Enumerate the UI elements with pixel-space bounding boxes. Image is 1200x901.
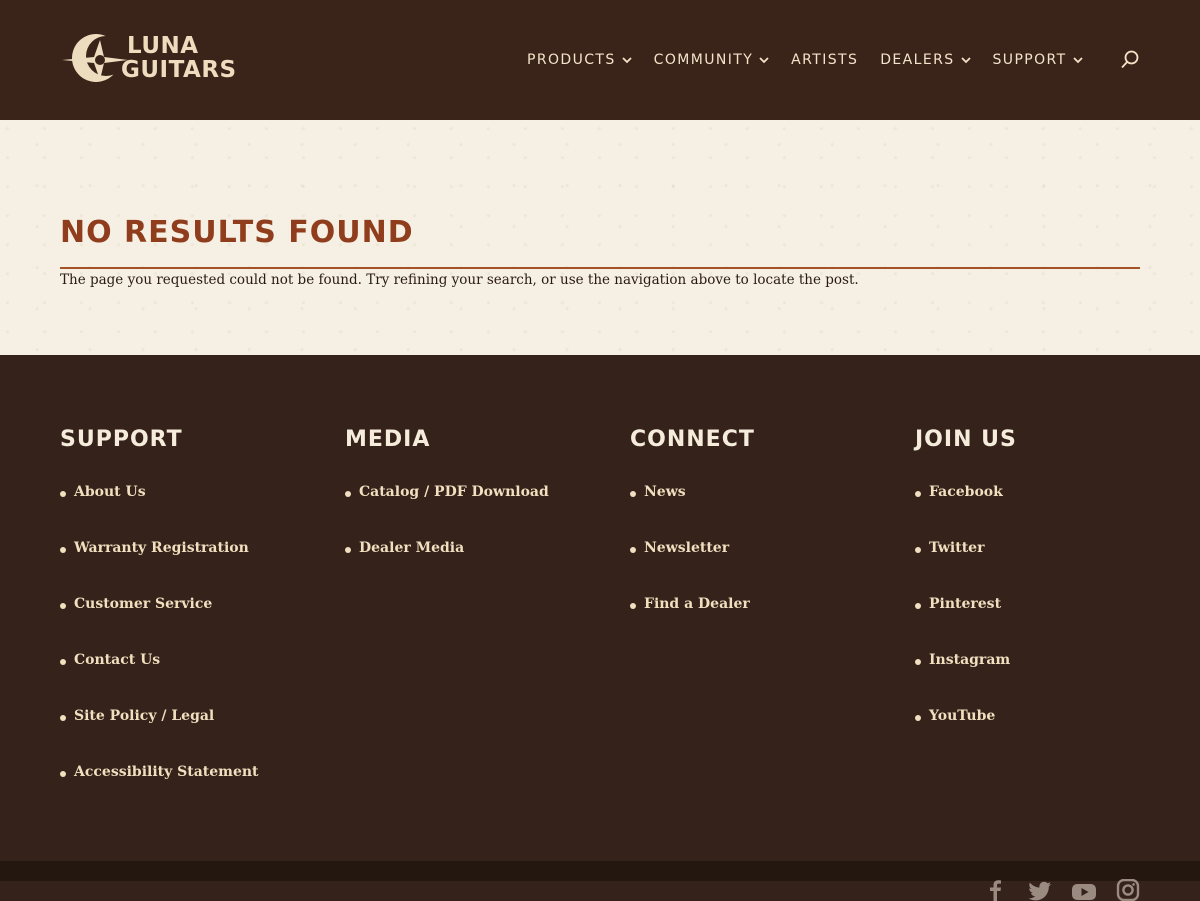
footer-link-find-dealer[interactable]: Find a Dealer — [630, 596, 900, 652]
site-footer: Support About Us Warranty Registration C… — [0, 355, 1200, 861]
footer-link-text[interactable]: YouTube — [929, 708, 995, 724]
footer-link-site-policy[interactable]: Site Policy / Legal — [60, 708, 330, 764]
footer-column-support: Support About Us Warranty Registration C… — [60, 427, 330, 820]
youtube-icon[interactable] — [1071, 879, 1097, 901]
footer-link-text[interactable]: Newsletter — [644, 540, 729, 556]
footer-link-text[interactable]: Customer Service — [74, 596, 212, 612]
footer-divider-strip — [0, 861, 1200, 881]
nav-item-label: SUPPORT — [992, 52, 1067, 68]
footer-link-text[interactable]: News — [644, 484, 686, 500]
footer-link-newsletter[interactable]: Newsletter — [630, 540, 900, 596]
footer-link-text[interactable]: Facebook — [929, 484, 1003, 500]
chevron-down-icon — [960, 57, 971, 64]
instagram-icon[interactable] — [1116, 879, 1140, 901]
footer-bottom-bar — [0, 881, 1200, 900]
footer-link-catalog[interactable]: Catalog / PDF Download — [345, 484, 615, 540]
footer-link-instagram[interactable]: Instagram — [915, 652, 1185, 708]
facebook-icon[interactable] — [988, 879, 1002, 901]
footer-link-list: Catalog / PDF Download Dealer Media — [345, 484, 615, 596]
footer-link-text[interactable]: Dealer Media — [359, 540, 464, 556]
footer-heading: Support — [60, 427, 183, 452]
luna-guitars-logo[interactable]: Luna Guitars — [60, 30, 260, 88]
logo-wordmark: Luna Guitars — [121, 33, 237, 82]
title-divider — [60, 267, 1140, 269]
nav-item-label: ARTISTS — [791, 52, 859, 68]
page-title: No Results Found — [60, 215, 414, 250]
nav-item-dealers[interactable]: DEALERS — [880, 52, 971, 68]
footer-link-text[interactable]: Twitter — [929, 540, 984, 556]
footer-link-about-us[interactable]: About Us — [60, 484, 330, 540]
chevron-down-icon — [1072, 57, 1083, 64]
footer-link-text[interactable]: Site Policy / Legal — [74, 708, 214, 724]
nav-item-label: DEALERS — [880, 52, 955, 68]
footer-column-join-us: Join Us Facebook Twitter Pinterest Insta… — [915, 427, 1185, 764]
site-header: Luna Guitars PRODUCTS COMMUNITY ARTISTS … — [0, 0, 1200, 120]
no-results-message: The page you requested could not be foun… — [60, 272, 859, 288]
nav-item-support[interactable]: SUPPORT — [993, 52, 1083, 68]
footer-heading: Join Us — [915, 427, 1017, 452]
footer-heading: Connect — [630, 427, 755, 452]
logo-line2: Guitars — [121, 57, 237, 83]
footer-link-accessibility[interactable]: Accessibility Statement — [60, 764, 330, 820]
footer-link-list: About Us Warranty Registration Customer … — [60, 484, 330, 820]
chevron-down-icon — [622, 57, 632, 64]
footer-column-connect: Connect News Newsletter Find a Dealer — [630, 427, 900, 652]
footer-link-youtube[interactable]: YouTube — [915, 708, 1185, 764]
footer-link-list: Facebook Twitter Pinterest Instagram You… — [915, 484, 1185, 764]
footer-link-text[interactable]: Catalog / PDF Download — [359, 484, 549, 500]
chevron-down-icon — [759, 57, 769, 64]
footer-link-warranty-registration[interactable]: Warranty Registration — [60, 540, 330, 596]
footer-link-list: News Newsletter Find a Dealer — [630, 484, 900, 652]
search-icon[interactable] — [1121, 50, 1139, 69]
nav-item-community[interactable]: COMMUNITY — [654, 52, 770, 68]
footer-link-dealer-media[interactable]: Dealer Media — [345, 540, 615, 596]
footer-column-media: Media Catalog / PDF Download Dealer Medi… — [345, 427, 615, 596]
footer-link-pinterest[interactable]: Pinterest — [915, 596, 1185, 652]
footer-link-news[interactable]: News — [630, 484, 900, 540]
footer-link-facebook[interactable]: Facebook — [915, 484, 1185, 540]
footer-heading: Media — [345, 427, 431, 452]
footer-link-text[interactable]: Contact Us — [74, 652, 160, 668]
footer-link-contact-us[interactable]: Contact Us — [60, 652, 330, 708]
nav-item-label: PRODUCTS — [527, 52, 616, 68]
twitter-icon[interactable] — [1028, 879, 1052, 901]
nav-item-products[interactable]: PRODUCTS — [527, 52, 632, 68]
footer-link-text[interactable]: Warranty Registration — [74, 540, 249, 556]
moon-star-icon — [62, 34, 128, 82]
footer-link-twitter[interactable]: Twitter — [915, 540, 1185, 596]
main-nav: PRODUCTS COMMUNITY ARTISTS DEALERS SUPPO… — [527, 49, 1105, 71]
footer-link-customer-service[interactable]: Customer Service — [60, 596, 330, 652]
nav-item-artists[interactable]: ARTISTS — [791, 52, 858, 68]
main-content: No Results Found The page you requested … — [0, 120, 1200, 355]
footer-link-text[interactable]: Accessibility Statement — [74, 764, 259, 780]
footer-link-text[interactable]: About Us — [74, 484, 146, 500]
footer-link-text[interactable]: Instagram — [929, 652, 1010, 668]
footer-link-text[interactable]: Find a Dealer — [644, 596, 750, 612]
footer-link-text[interactable]: Pinterest — [929, 596, 1001, 612]
nav-item-label: COMMUNITY — [653, 52, 754, 68]
logo-line1: Luna — [127, 33, 199, 59]
